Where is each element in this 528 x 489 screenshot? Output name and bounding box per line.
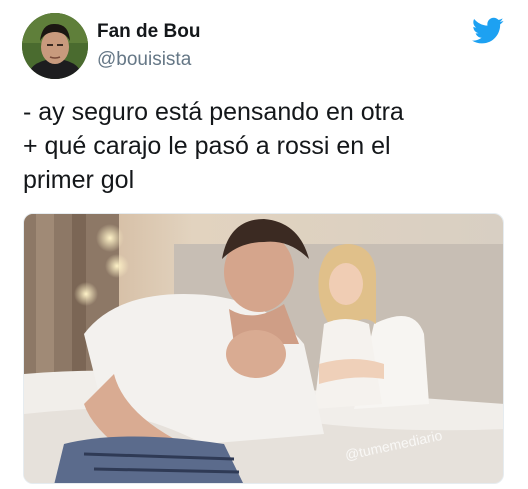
twitter-bird-icon bbox=[472, 17, 504, 45]
tweet-text-line: primer gol bbox=[23, 166, 135, 194]
avatar-image bbox=[22, 13, 88, 79]
tweet-card: Fan de Bou @bouisista - ay seguro está p… bbox=[0, 0, 528, 489]
avatar[interactable] bbox=[22, 13, 88, 79]
tweet-text: - ay seguro está pensando en otra + qué … bbox=[23, 95, 513, 197]
display-name[interactable]: Fan de Bou bbox=[97, 21, 200, 43]
tweet-text-line: - ay seguro está pensando en otra bbox=[23, 98, 404, 126]
tweet-media-photo[interactable]: @tumemediario bbox=[23, 213, 504, 484]
tweet-text-line: + qué carajo le pasó a rossi en el bbox=[23, 132, 391, 160]
user-handle[interactable]: @bouisista bbox=[97, 49, 191, 71]
